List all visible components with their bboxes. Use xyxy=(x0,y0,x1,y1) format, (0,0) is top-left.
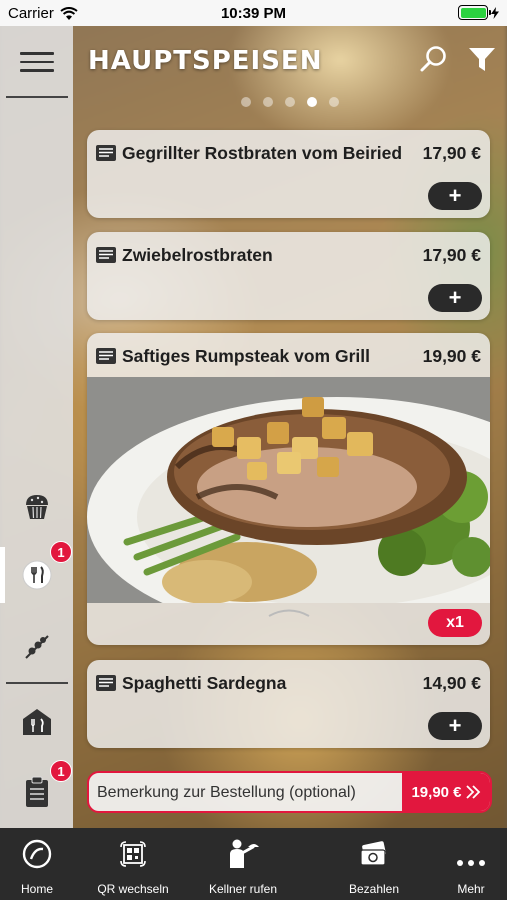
order-total: 19,90 € xyxy=(411,783,462,801)
order-remark-bar: Bemerkung zur Bestellung (optional) 19,9… xyxy=(87,771,492,813)
page-dot[interactable] xyxy=(263,97,273,107)
clock: 10:39 PM xyxy=(220,5,287,22)
tab-home[interactable]: Home xyxy=(0,828,87,900)
dish-photo xyxy=(87,377,490,603)
waiter-icon xyxy=(230,839,259,868)
menu-item-price: 17,90 € xyxy=(422,245,481,265)
hamburger-menu-button[interactable] xyxy=(20,52,54,74)
clipboard-icon xyxy=(25,776,48,807)
tab-more[interactable]: Mehr xyxy=(421,828,507,900)
charging-icon xyxy=(491,6,499,19)
home-icon xyxy=(22,839,52,869)
description-icon[interactable] xyxy=(95,143,117,163)
menu-item-name: Spaghetti Sardegna xyxy=(122,673,287,693)
sidebar-item-desserts[interactable] xyxy=(0,478,73,534)
more-icon xyxy=(457,860,485,866)
menu-item-card[interactable]: Spaghetti Sardegna 14,90 € + xyxy=(87,660,490,748)
battery-status xyxy=(458,5,499,20)
menu-item-card[interactable]: Zwiebelrostbraten 17,90 € + xyxy=(87,232,490,320)
description-icon[interactable] xyxy=(95,673,117,693)
tab-call-waiter[interactable]: Kellner rufen xyxy=(193,828,293,900)
restaurant-icon xyxy=(22,709,51,735)
submit-order-button[interactable]: 19,90 € xyxy=(402,773,490,811)
bottom-tab-bar: Home QR wechseln Kellner rufen Bezahlen … xyxy=(0,828,507,900)
pay-icon xyxy=(360,841,386,866)
tab-label: QR wechseln xyxy=(97,882,169,896)
add-to-order-button[interactable]: + xyxy=(428,712,482,740)
menu-item-card-expanded[interactable]: Saftiges Rumpsteak vom Grill 19,90 € x1 xyxy=(87,333,490,645)
page-dot[interactable] xyxy=(241,97,251,107)
page-dot-active[interactable] xyxy=(307,97,317,107)
muffin-icon xyxy=(25,495,48,519)
menu-item-name: Zwiebelrostbraten xyxy=(122,245,273,265)
filter-icon[interactable] xyxy=(467,44,497,74)
tab-qr-switch[interactable]: QR wechseln xyxy=(83,828,183,900)
sidebar-item-main-dishes[interactable]: 1 xyxy=(0,541,73,603)
order-count-badge: 1 xyxy=(50,760,72,782)
cart-count-badge: 1 xyxy=(50,541,72,563)
menu-item-name: Gegrillter Rostbraten vom Beiried xyxy=(122,143,403,163)
sidebar-divider xyxy=(6,96,68,98)
status-bar: Carrier 10:39 PM xyxy=(0,0,507,26)
page-title: HAUPTSPEISEN xyxy=(88,46,323,76)
collapse-chevron-icon[interactable] xyxy=(267,607,311,617)
skewer-icon xyxy=(24,635,49,659)
tab-label: Home xyxy=(20,882,53,896)
add-to-order-button[interactable]: + xyxy=(428,284,482,312)
description-icon[interactable] xyxy=(95,346,117,366)
tab-label: Mehr xyxy=(457,882,485,896)
page-indicator xyxy=(241,97,339,107)
qr-icon xyxy=(120,841,146,867)
menu-item-price: 14,90 € xyxy=(422,673,481,693)
tab-label: Bezahlen xyxy=(348,882,400,896)
menu-item-price: 17,90 € xyxy=(422,143,481,163)
fork-knife-icon xyxy=(22,560,51,590)
order-remark-input[interactable]: Bemerkung zur Bestellung (optional) xyxy=(97,784,356,802)
add-to-order-button[interactable]: + xyxy=(428,182,482,210)
menu-item-name: Saftiges Rumpsteak vom Grill xyxy=(122,346,370,366)
description-icon[interactable] xyxy=(95,245,117,265)
double-chevron-right-icon xyxy=(465,785,480,799)
menu-item-price: 19,90 € xyxy=(422,346,481,366)
tab-label: Kellner rufen xyxy=(208,882,278,896)
sidebar-divider xyxy=(6,682,68,684)
category-sidebar: 1 1 xyxy=(0,26,73,828)
page-dot[interactable] xyxy=(329,97,339,107)
battery-icon xyxy=(458,5,491,20)
sidebar-item-order-list[interactable]: 1 xyxy=(0,760,73,820)
quantity-in-order-button[interactable]: x1 xyxy=(428,609,482,637)
page-dot[interactable] xyxy=(285,97,295,107)
menu-item-card[interactable]: Gegrillter Rostbraten vom Beiried 17,90 … xyxy=(87,130,490,218)
sidebar-item-restaurant[interactable] xyxy=(0,694,73,750)
search-icon[interactable] xyxy=(419,44,449,74)
sidebar-item-grill[interactable] xyxy=(0,618,73,674)
tab-pay[interactable]: Bezahlen xyxy=(324,828,424,900)
